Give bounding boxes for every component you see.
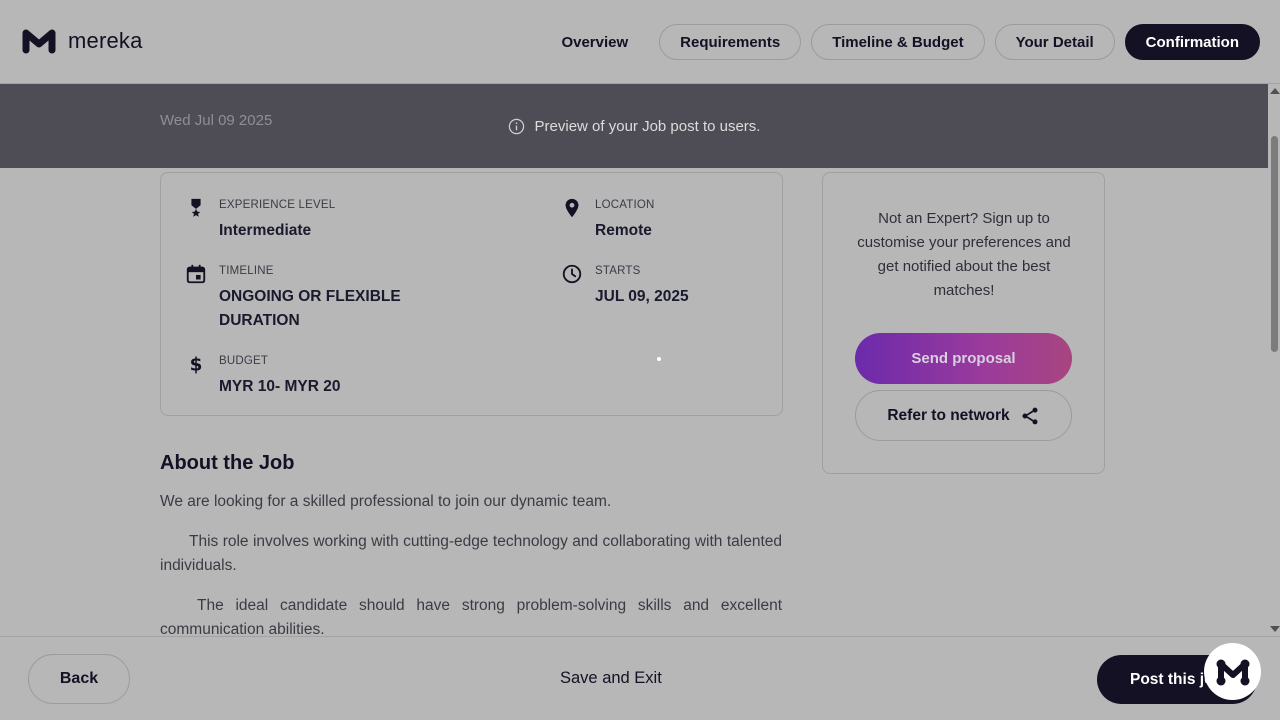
tab-requirements[interactable]: Requirements (659, 24, 802, 60)
tab-your-detail[interactable]: Your Detail (994, 24, 1115, 60)
budget-value: MYR 10- MYR 20 (219, 378, 341, 395)
location-label: LOCATION (595, 199, 655, 211)
back-button[interactable]: Back (28, 654, 130, 704)
about-paragraph-1: We are looking for a skilled professiona… (160, 493, 612, 510)
timeline-value: ONGOING OR FLEXIBLE DURATION (219, 288, 401, 329)
dollar-icon: $ (190, 354, 203, 375)
about-job-heading: About the Job (160, 452, 295, 474)
clock-icon (562, 264, 582, 284)
detail-timeline: TIMELINE ONGOING OR FLEXIBLE DURATION (185, 261, 419, 333)
step-nav: Overview Requirements Timeline & Budget … (540, 24, 1260, 60)
experience-value: Intermediate (219, 222, 312, 239)
location-pin-icon (565, 198, 579, 218)
about-paragraph-2: This role involves working with cutting-… (160, 533, 782, 574)
signup-prompt: Not an Expert? Sign up to customise your… (857, 210, 1071, 299)
brand-name: mereka (68, 28, 143, 53)
timeline-label: TIMELINE (219, 265, 274, 277)
budget-label: BUDGET (219, 355, 269, 367)
page-scrollbar[interactable] (1268, 84, 1280, 636)
location-value: Remote (595, 222, 652, 239)
share-icon (1022, 407, 1038, 424)
scroll-down-arrow-icon[interactable] (1270, 626, 1280, 632)
detail-starts: STARTS JUL 09, 2025 (561, 261, 689, 309)
refer-to-network-button[interactable]: Refer to network (855, 390, 1072, 441)
job-post-date: Wed Jul 09 2025 (160, 112, 273, 129)
top-header: mereka Overview Requirements Timeline & … (0, 0, 1280, 84)
preview-banner-text: Preview of your Job post to users. (534, 117, 761, 135)
starts-value: JUL 09, 2025 (595, 288, 689, 305)
expert-signup-card: Not an Expert? Sign up to customise your… (822, 172, 1105, 474)
about-paragraph-3: The ideal candidate should have strong p… (160, 597, 782, 636)
medal-icon (191, 198, 201, 217)
scroll-up-arrow-icon[interactable] (1270, 88, 1280, 94)
save-and-exit-button[interactable]: Save and Exit (560, 669, 662, 688)
mereka-logo-icon (22, 29, 56, 54)
detail-experience: EXPERIENCE LEVEL Intermediate (185, 195, 335, 243)
svg-text:$: $ (190, 354, 203, 375)
bottom-action-bar: Back Save and Exit Post this job (0, 636, 1280, 720)
starts-label: STARTS (595, 265, 641, 277)
tab-confirmation[interactable]: Confirmation (1124, 24, 1260, 60)
tab-overview[interactable]: Overview (540, 24, 649, 60)
mereka-logo-icon (1216, 659, 1249, 685)
experience-label: EXPERIENCE LEVEL (219, 199, 336, 211)
job-details-card: EXPERIENCE LEVEL Intermediate LOCATION R… (160, 172, 783, 416)
detail-location: LOCATION Remote (561, 195, 655, 243)
mereka-assistant-button[interactable] (1204, 643, 1261, 700)
loading-dot (657, 357, 661, 361)
brand-logo[interactable]: mereka (20, 26, 143, 56)
send-proposal-button[interactable]: Send proposal (855, 333, 1072, 384)
calendar-icon (186, 264, 206, 284)
preview-banner: Wed Jul 09 2025 Preview of your Job post… (0, 84, 1268, 168)
scroll-thumb[interactable] (1271, 136, 1278, 352)
info-icon (508, 118, 524, 134)
detail-budget: $ BUDGET MYR 10- MYR 20 (185, 351, 341, 399)
refer-label: Refer to network (887, 406, 1010, 424)
job-preview-content: Wed Jul 09 2025 Preview of your Job post… (0, 84, 1268, 636)
tab-timeline-budget[interactable]: Timeline & Budget (811, 24, 985, 60)
